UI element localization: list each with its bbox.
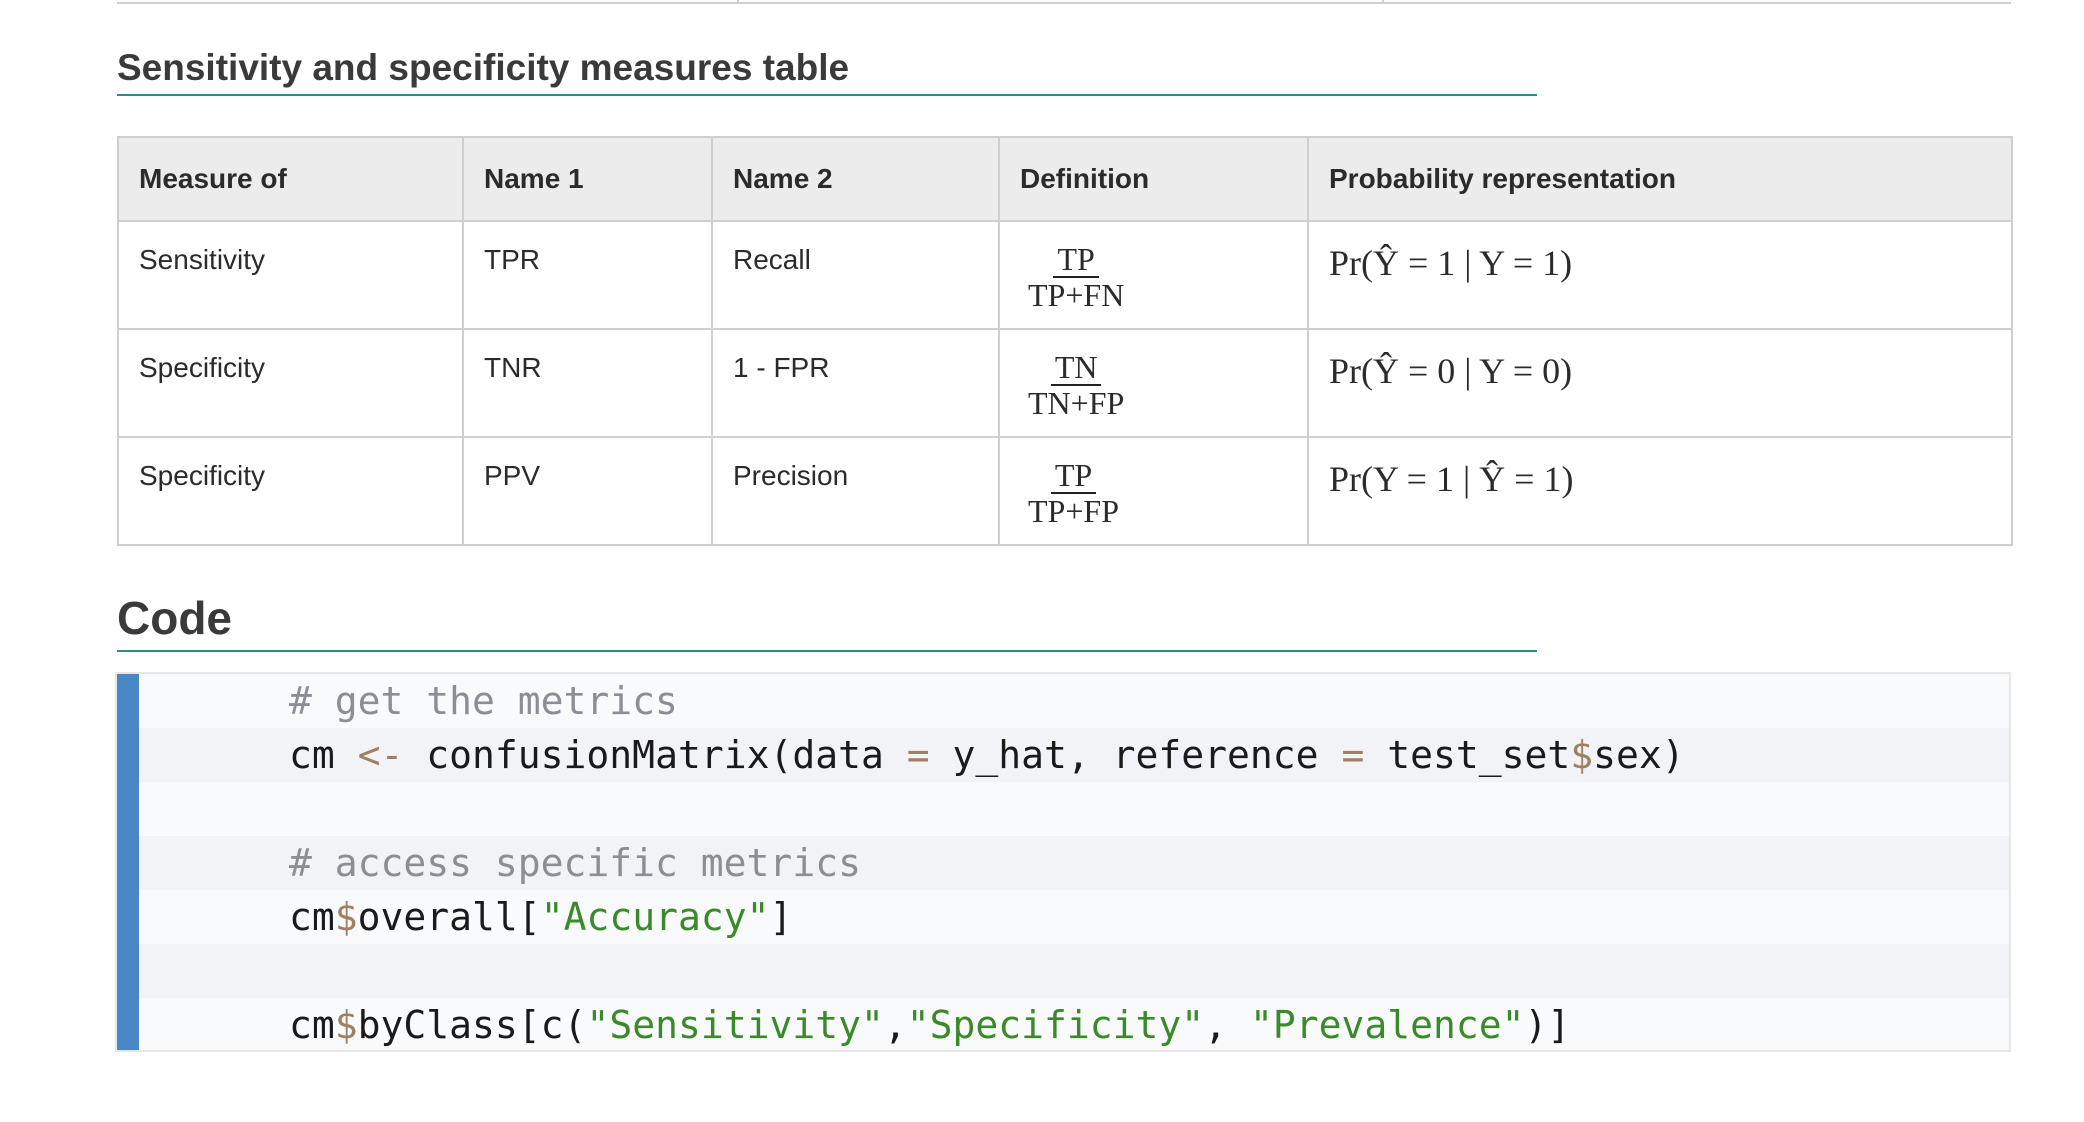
code-line: # access specific metrics bbox=[139, 836, 2009, 890]
definition-fraction: TP TP+FP bbox=[1024, 458, 1123, 528]
cell-definition: TP TP+FN bbox=[998, 220, 1309, 330]
code-line: # get the metrics bbox=[139, 674, 2009, 728]
code-token-str: "Accuracy" bbox=[540, 895, 770, 939]
code-token-op: = bbox=[906, 733, 930, 777]
code-token-plain: )] bbox=[1524, 1003, 1571, 1047]
code-token-comment: # get the metrics bbox=[289, 679, 678, 723]
cell-name-2: 1 - FPR bbox=[711, 328, 1000, 438]
code-line: cm$byClass[c("Sensitivity","Specificity"… bbox=[139, 998, 2009, 1052]
code-line: cm <- confusionMatrix(data = y_hat, refe… bbox=[139, 728, 2009, 782]
code-token-plain: ] bbox=[769, 895, 793, 939]
cell-probability: Pr(Y = 1 | Ŷ = 1) bbox=[1307, 436, 2013, 546]
column-header-name-2: Name 2 bbox=[711, 136, 1000, 222]
code-token-op: = bbox=[1341, 733, 1365, 777]
fraction-numerator: TP bbox=[1050, 458, 1097, 494]
fraction-denominator: TP+FP bbox=[1028, 493, 1119, 529]
column-header-definition: Definition bbox=[998, 136, 1309, 222]
code-token-str: "Specificity" bbox=[906, 1003, 1205, 1047]
cell-measure: Specificity bbox=[117, 436, 464, 546]
cell-definition: TN TN+FP bbox=[998, 328, 1309, 438]
code-line: cm$overall["Accuracy"] bbox=[139, 890, 2009, 944]
code-line bbox=[139, 944, 2009, 998]
column-header-measure-of: Measure of bbox=[117, 136, 464, 222]
previous-table-bottom-border bbox=[117, 0, 2011, 4]
sensitivity-specificity-table: Measure of Name 1 Name 2 Definition Prob… bbox=[117, 136, 2013, 546]
code-token-comment: # access specific metrics bbox=[289, 841, 861, 885]
previous-table-divider bbox=[1382, 0, 1384, 2]
cell-definition: TP TP+FP bbox=[998, 436, 1309, 546]
previous-table-divider bbox=[737, 0, 739, 2]
code-block[interactable]: # get the metrics cm <- confusionMatrix(d… bbox=[115, 672, 2011, 1052]
code-token-op: <- bbox=[357, 733, 404, 777]
probability-formula: Pr(Ŷ = 1 | Y = 1) bbox=[1329, 243, 1573, 283]
code-token-str: "Sensitivity" bbox=[586, 1003, 884, 1047]
code-token-plain: test_set bbox=[1364, 733, 1571, 777]
code-token-plain: cm bbox=[289, 895, 335, 939]
fraction-denominator: TP+FN bbox=[1028, 277, 1125, 313]
column-header-name-1: Name 1 bbox=[462, 136, 713, 222]
cell-probability: Pr(Ŷ = 1 | Y = 1) bbox=[1307, 220, 2013, 330]
code-token-op: $ bbox=[334, 1003, 358, 1047]
fraction-numerator: TN bbox=[1050, 350, 1102, 386]
cell-name-1: TNR bbox=[462, 328, 713, 438]
code-token-plain: y_hat, reference bbox=[929, 733, 1342, 777]
cell-measure: Specificity bbox=[117, 328, 464, 438]
table-row: Specificity PPV Precision TP TP+FP Pr(Y … bbox=[117, 436, 2013, 546]
column-header-probability: Probability representation bbox=[1307, 136, 2013, 222]
code-token-plain: cm bbox=[289, 1003, 335, 1047]
code-token-plain: sex) bbox=[1593, 733, 1685, 777]
code-block-accent-bar bbox=[117, 674, 139, 1050]
code-token-plain: , bbox=[883, 1003, 907, 1047]
table-row: Sensitivity TPR Recall TP TP+FN Pr(Ŷ = 1… bbox=[117, 220, 2013, 330]
cell-name-1: TPR bbox=[462, 220, 713, 330]
code-lines: # get the metrics cm <- confusionMatrix(d… bbox=[139, 674, 2009, 1052]
code-token-op: $ bbox=[1570, 733, 1594, 777]
cell-name-1: PPV bbox=[462, 436, 713, 546]
cell-measure: Sensitivity bbox=[117, 220, 464, 330]
code-token-str: "Prevalence" bbox=[1249, 1003, 1525, 1047]
table-row: Specificity TNR 1 - FPR TN TN+FP Pr(Ŷ = … bbox=[117, 328, 2013, 438]
table-header-row: Measure of Name 1 Name 2 Definition Prob… bbox=[117, 136, 2013, 222]
fraction-numerator: TP bbox=[1053, 242, 1099, 278]
cell-probability: Pr(Ŷ = 0 | Y = 0) bbox=[1307, 328, 2013, 438]
cell-name-2: Recall bbox=[711, 220, 1000, 330]
cell-name-2: Precision bbox=[711, 436, 1000, 546]
probability-formula: Pr(Y = 1 | Ŷ = 1) bbox=[1329, 459, 1574, 499]
definition-fraction: TP TP+FN bbox=[1024, 242, 1128, 312]
code-token-plain: , bbox=[1204, 1003, 1250, 1047]
code-token-op: $ bbox=[334, 895, 358, 939]
code-token-plain: confusionMatrix(data bbox=[403, 733, 907, 777]
fraction-denominator: TN+FP bbox=[1028, 385, 1125, 421]
code-token-plain: byClass[c( bbox=[357, 1003, 587, 1047]
probability-formula: Pr(Ŷ = 0 | Y = 0) bbox=[1329, 351, 1573, 391]
definition-fraction: TN TN+FP bbox=[1024, 350, 1128, 420]
section-heading-code: Code bbox=[117, 588, 1537, 652]
section-heading-measures-table: Sensitivity and specificity measures tab… bbox=[117, 42, 1537, 96]
code-token-plain: cm bbox=[289, 733, 358, 777]
code-token-plain: overall[ bbox=[357, 895, 541, 939]
